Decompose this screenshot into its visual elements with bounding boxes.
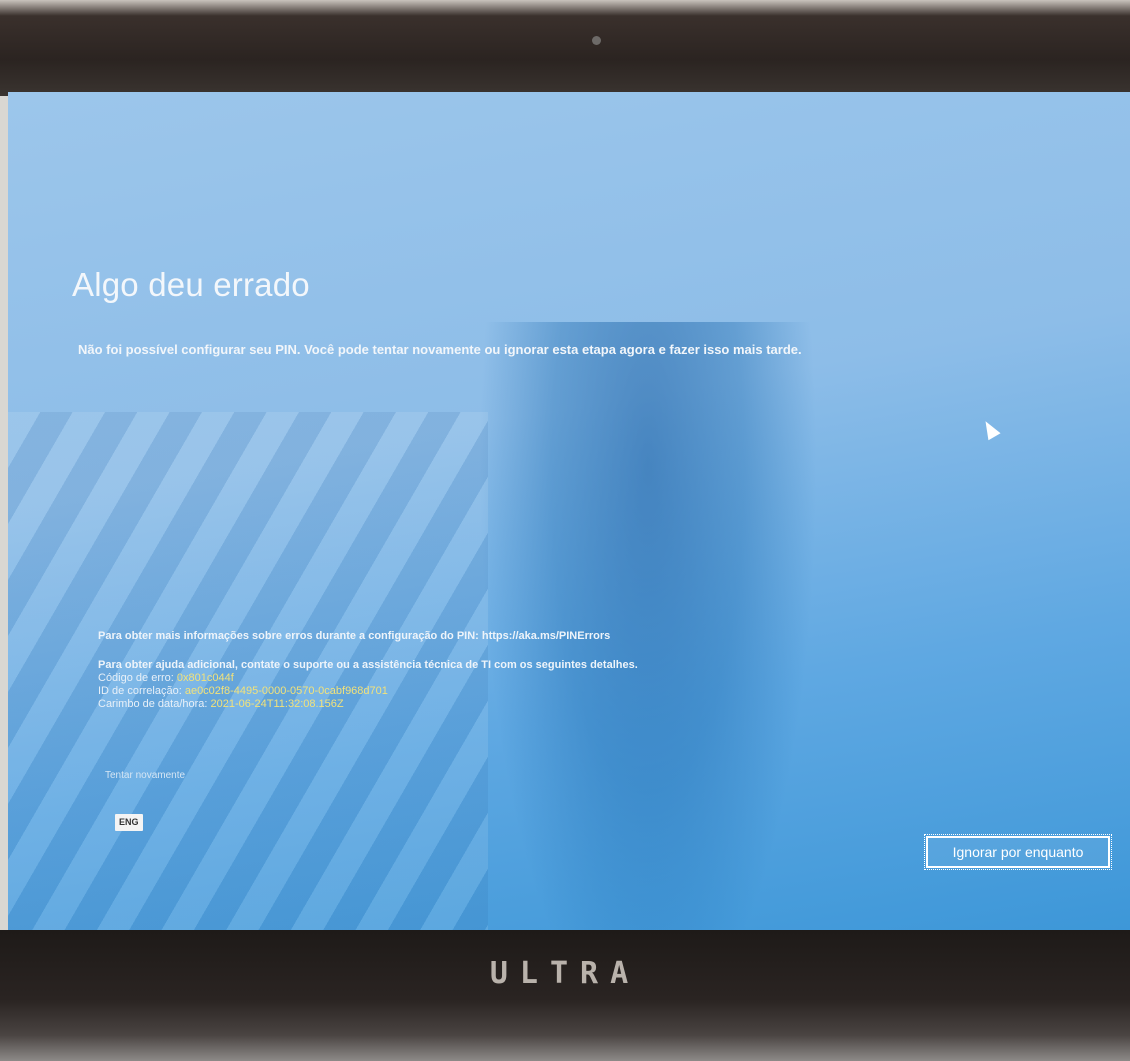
- brand-logo: ULTRA: [489, 956, 641, 991]
- retry-link[interactable]: Tentar novamente: [105, 770, 185, 781]
- windows-setup-screen: Algo deu errado Não foi possível configu…: [8, 92, 1130, 930]
- detail-row-error-code: Código de erro: 0x801c044f: [98, 672, 818, 685]
- detail-row-timestamp: Carimbo de data/hora: 2021-06-24T11:32:0…: [98, 698, 818, 711]
- help-text: Para obter ajuda adicional, contate o su…: [98, 659, 638, 671]
- skip-for-now-button[interactable]: Ignorar por enquanto: [924, 834, 1112, 870]
- page-title: Algo deu errado: [72, 266, 310, 303]
- error-message: Não foi possível configurar seu PIN. Voc…: [78, 342, 802, 357]
- detail-value: 0x801c044f: [176, 672, 234, 684]
- detail-label: Carimbo de data/hora:: [98, 698, 208, 710]
- detail-row-correlation-id: ID de correlação: ae0c02f8-4495-0000-057…: [98, 685, 818, 698]
- mouse-pointer-icon: [979, 417, 1001, 441]
- detail-value: 2021-06-24T11:32:08.156Z: [210, 698, 344, 710]
- screen-reflection-silhouette: [478, 322, 818, 930]
- laptop-bottom-bezel: [0, 930, 1130, 1061]
- input-language-badge[interactable]: ENG: [115, 814, 143, 831]
- detail-value: ae0c02f8-4495-0000-0570-0cabf968d701: [184, 685, 388, 697]
- error-info-block: Para obter mais informações sobre erros …: [98, 630, 818, 711]
- webcam-icon: [592, 36, 601, 45]
- detail-label: Código de erro:: [98, 672, 174, 684]
- detail-label: ID de correlação:: [98, 685, 182, 697]
- more-info-text: Para obter mais informações sobre erros …: [98, 630, 611, 642]
- laptop-top-bezel: [0, 0, 1130, 96]
